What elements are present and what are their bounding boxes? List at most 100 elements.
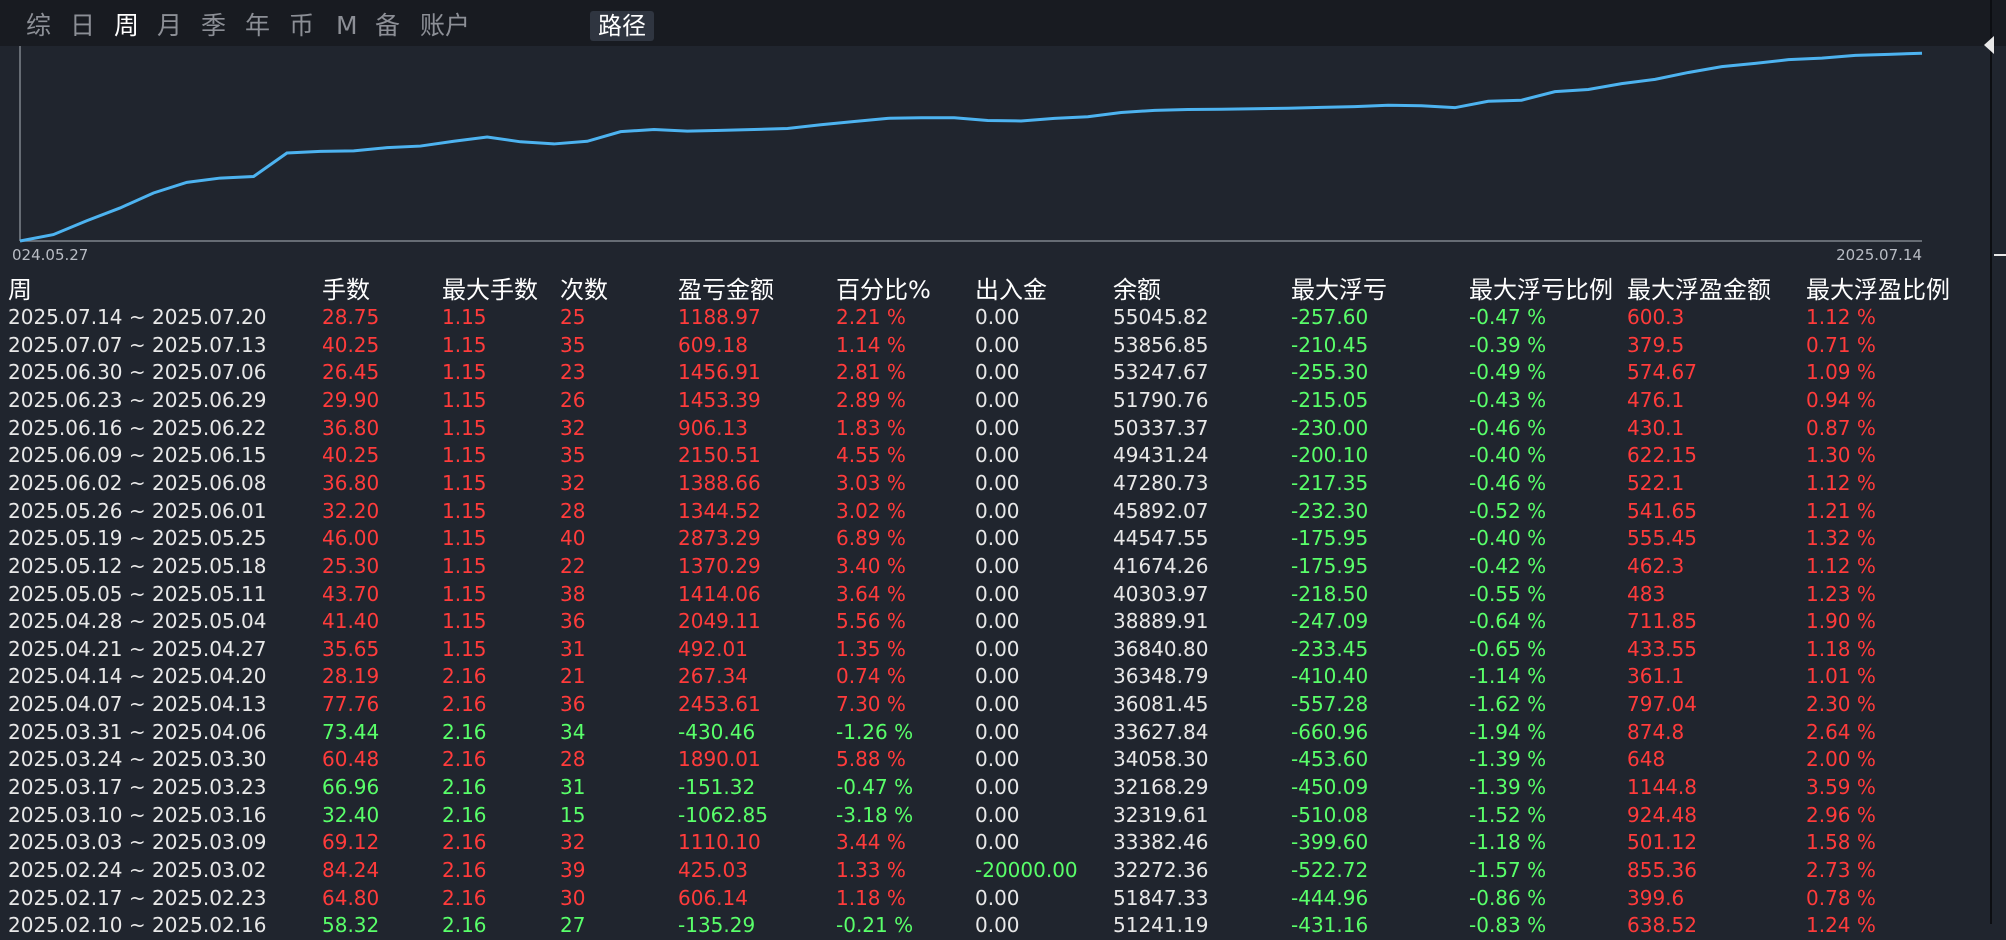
cell-max-float-profit: 399.6 (1627, 885, 1685, 910)
cell-max-drawdown: -510.08 (1291, 802, 1369, 827)
cell-balance: 51241.19 (1113, 913, 1209, 938)
cell-max-lots: 2.16 (442, 775, 487, 800)
table-row[interactable]: 2025.06.09 ~ 2025.06.15 40.25 1.15 35 2150.5… (0, 442, 1990, 470)
cell-max-drawdown: -247.09 (1291, 609, 1369, 634)
cell-max-float-profit-pct: 2.96 % (1806, 802, 1876, 827)
cell-max-lots: 2.16 (442, 913, 487, 938)
table-row[interactable]: 2025.06.30 ~ 2025.07.06 26.45 1.15 23 1456.9… (0, 359, 1990, 387)
cell-percent: 3.64 % (836, 581, 906, 606)
cell-max-drawdown: -200.10 (1291, 443, 1369, 468)
cell-count: 31 (560, 775, 586, 800)
cell-max-float-profit-pct: 1.24 % (1806, 913, 1876, 938)
cell-flow: 0.00 (975, 802, 1020, 827)
cell-balance: 32168.29 (1113, 775, 1209, 800)
table-row[interactable]: 2025.02.17 ~ 2025.02.23 64.80 2.16 30 606.14… (0, 885, 1990, 913)
table-row[interactable]: 2025.05.19 ~ 2025.05.25 46.00 1.15 40 2873.2… (0, 525, 1990, 553)
cell-flow: 0.00 (975, 719, 1020, 744)
cell-count: 22 (560, 553, 586, 578)
cell-max-drawdown: -257.60 (1291, 305, 1369, 329)
cell-max-drawdown: -255.30 (1291, 360, 1369, 385)
table-row[interactable]: 2025.03.31 ~ 2025.04.06 73.44 2.16 34 -430.4… (0, 719, 1990, 747)
table-row[interactable]: 2025.07.14 ~ 2025.07.20 28.75 1.15 25 1188.9… (0, 304, 1990, 332)
table-row[interactable]: 2025.05.05 ~ 2025.05.11 43.70 1.15 38 1414.0… (0, 581, 1990, 609)
cell-percent: 3.40 % (836, 553, 906, 578)
cell-lots: 66.96 (322, 775, 380, 800)
cell-week: 2025.03.10 ~ 2025.03.16 (8, 802, 267, 827)
tab-day[interactable]: 日 (70, 11, 95, 41)
table-row[interactable]: 2025.06.02 ~ 2025.06.08 36.80 1.15 32 1388.6… (0, 470, 1990, 498)
table-row[interactable]: 2025.03.17 ~ 2025.03.23 66.96 2.16 31 -151.3… (0, 774, 1990, 802)
cell-percent: -1.26 % (836, 719, 914, 744)
splitter-handle[interactable] (1994, 254, 2006, 256)
cell-count: 15 (560, 802, 586, 827)
table-row[interactable]: 2025.06.23 ~ 2025.06.29 29.90 1.15 26 1453.3… (0, 387, 1990, 415)
cell-max-lots: 1.15 (442, 387, 487, 412)
cell-lots: 84.24 (322, 858, 380, 882)
cell-pnl: 492.01 (678, 636, 748, 661)
cell-max-drawdown: -444.96 (1291, 885, 1369, 910)
cell-max-float-profit: 501.12 (1627, 830, 1697, 855)
table-row[interactable]: 2025.04.28 ~ 2025.05.04 41.40 1.15 36 2049.1… (0, 608, 1990, 636)
cell-flow: 0.00 (975, 747, 1020, 772)
tab-summary[interactable]: 综 (26, 11, 51, 41)
cell-max-float-profit: 361.1 (1627, 664, 1685, 689)
table-row[interactable]: 2025.07.07 ~ 2025.07.13 40.25 1.15 35 609.18… (0, 332, 1990, 360)
cell-max-lots: 1.15 (442, 581, 487, 606)
cell-pnl: -430.46 (678, 719, 756, 744)
table-row[interactable]: 2025.04.07 ~ 2025.04.13 77.76 2.16 36 2453.6… (0, 691, 1990, 719)
cell-max-drawdown-pct: -0.65 % (1469, 636, 1547, 661)
cell-balance: 36348.79 (1113, 664, 1209, 689)
cell-max-float-profit-pct: 0.87 % (1806, 415, 1876, 440)
cell-week: 2025.06.09 ~ 2025.06.15 (8, 443, 267, 468)
table-row[interactable]: 2025.02.24 ~ 2025.03.02 84.24 2.16 39 425.03… (0, 857, 1990, 885)
cell-max-lots: 1.15 (442, 553, 487, 578)
cell-lots: 35.65 (322, 636, 380, 661)
table-row[interactable]: 2025.02.10 ~ 2025.02.16 58.32 2.16 27 -135.2… (0, 912, 1990, 940)
table-row[interactable]: 2025.04.21 ~ 2025.04.27 35.65 1.15 31 492.01… (0, 636, 1990, 664)
cell-count: 26 (560, 387, 586, 412)
table-row[interactable]: 2025.03.24 ~ 2025.03.30 60.48 2.16 28 1890.0… (0, 746, 1990, 774)
cell-max-float-profit-pct: 0.71 % (1806, 332, 1876, 357)
table-row[interactable]: 2025.03.03 ~ 2025.03.09 69.12 2.16 32 1110.1… (0, 829, 1990, 857)
table-row[interactable]: 2025.05.26 ~ 2025.06.01 32.20 1.15 28 1344.5… (0, 498, 1990, 526)
table-row[interactable]: 2025.06.16 ~ 2025.06.22 36.80 1.15 32 906.13… (0, 415, 1990, 443)
cell-pnl: 1344.52 (678, 498, 761, 523)
cell-max-drawdown-pct: -0.83 % (1469, 913, 1547, 938)
tab-week[interactable]: 周 (114, 11, 139, 41)
tab-route[interactable]: 路径 (590, 11, 654, 41)
table-row[interactable]: 2025.04.14 ~ 2025.04.20 28.19 2.16 21 267.34… (0, 663, 1990, 691)
cell-pnl: 1388.66 (678, 470, 761, 495)
cell-flow: 0.00 (975, 443, 1020, 468)
cell-max-float-profit: 483 (1627, 581, 1666, 606)
cell-balance: 49431.24 (1113, 443, 1209, 468)
cell-max-drawdown-pct: -0.39 % (1469, 332, 1547, 357)
cell-max-lots: 1.15 (442, 443, 487, 468)
cell-percent: 3.44 % (836, 830, 906, 855)
tab-backup[interactable]: 备 (375, 11, 400, 41)
cell-week: 2025.02.24 ~ 2025.03.02 (8, 858, 267, 882)
cell-pnl: 1110.10 (678, 830, 761, 855)
cell-week: 2025.05.19 ~ 2025.05.25 (8, 526, 267, 551)
cell-balance: 32319.61 (1113, 802, 1209, 827)
cell-percent: 1.35 % (836, 636, 906, 661)
cell-max-drawdown: -232.30 (1291, 498, 1369, 523)
cell-count: 32 (560, 830, 586, 855)
cell-max-drawdown: -215.05 (1291, 387, 1369, 412)
cell-max-lots: 1.15 (442, 305, 487, 329)
tab-month[interactable]: 月 (157, 11, 182, 41)
cell-max-drawdown: -450.09 (1291, 775, 1369, 800)
cell-count: 35 (560, 443, 586, 468)
table-row[interactable]: 2025.05.12 ~ 2025.05.18 25.30 1.15 22 1370.2… (0, 553, 1990, 581)
tab-m[interactable]: M (336, 11, 358, 41)
cell-max-drawdown-pct: -1.94 % (1469, 719, 1547, 744)
tab-coin[interactable]: 币 (289, 11, 314, 41)
table-row[interactable]: 2025.03.10 ~ 2025.03.16 32.40 2.16 15 -1062.… (0, 802, 1990, 830)
cell-pnl: -151.32 (678, 775, 756, 800)
collapse-arrow-icon[interactable] (1984, 36, 1994, 54)
tab-account[interactable]: 账户 (420, 11, 470, 41)
cell-max-float-profit-pct: 1.01 % (1806, 664, 1876, 689)
tab-quarter[interactable]: 季 (201, 11, 226, 41)
cell-max-lots: 1.15 (442, 609, 487, 634)
header-percent: 百分比% (836, 276, 931, 304)
tab-year[interactable]: 年 (245, 11, 270, 41)
